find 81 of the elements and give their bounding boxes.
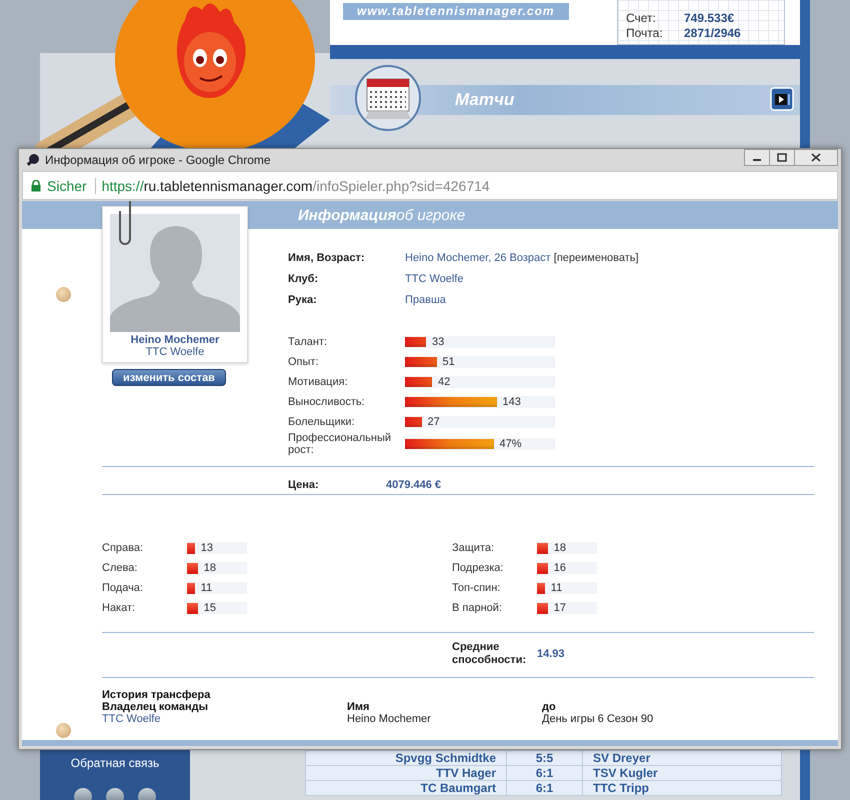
stat-value: 47% <box>500 437 522 451</box>
average-value: 14.93 <box>537 648 566 660</box>
detail-label: Клуб: <box>288 272 320 284</box>
bullet-icon <box>56 287 71 302</box>
page-heading: Информацияоб игроке <box>298 206 466 224</box>
detail-value: Heino Mochemer, 26 Возраст [переименовать] <box>405 252 640 264</box>
stat-value: 16 <box>554 561 566 575</box>
stat-label: Почта: <box>626 26 664 40</box>
site-url-banner: www.tabletennismanager.com <box>343 3 569 20</box>
maximize-button[interactable] <box>769 149 795 166</box>
stat-value: 27 <box>428 415 440 429</box>
skill-label: Справа: <box>102 542 144 554</box>
table-cell: 6:1 <box>506 780 582 796</box>
table-cell-text: День игры 6 Сезон 90 <box>542 713 654 725</box>
table-cell: TC Baumgart <box>306 780 506 796</box>
stat-label: Счет: <box>626 11 657 25</box>
table-cell-text: Heino Mochemer <box>347 713 432 725</box>
close-button[interactable] <box>794 149 838 166</box>
transfer-history-title: История трансфера <box>102 689 212 701</box>
attribute-label: Профессиональный рост: <box>288 432 392 456</box>
column-header: Имя <box>347 701 370 713</box>
price-value: 4079.446 € <box>386 478 442 490</box>
stat-value: 33 <box>432 335 444 349</box>
detail-label: Рука: <box>288 294 318 306</box>
attribute-label: Талант: <box>288 336 328 348</box>
calendar-icon <box>355 65 421 131</box>
skill-label: Слева: <box>102 562 138 574</box>
stat-value: 18 <box>204 561 216 575</box>
stat-value: 11 <box>550 581 562 595</box>
bullet-icon <box>56 723 71 738</box>
column-header: до <box>542 701 557 713</box>
detail-value: TTC Woelfe <box>405 272 464 284</box>
minimize-button[interactable] <box>744 149 770 166</box>
skill-label: В парной: <box>452 602 503 614</box>
change-lineup-button[interactable]: изменить состав <box>112 369 226 386</box>
stat-value: 11 <box>200 581 212 595</box>
maximize-icon <box>777 153 787 162</box>
stat-value: 18 <box>554 541 566 555</box>
window-title: Информация об игроке - Google Chrome <box>45 153 272 167</box>
detail-value: Правша <box>405 294 447 306</box>
stat-value: 2871/2946 <box>684 26 742 40</box>
attribute-label: Мотивация: <box>288 376 349 388</box>
section-title: Матчи <box>455 90 514 110</box>
close-icon <box>811 153 821 162</box>
stat-value: 143 <box>502 395 521 409</box>
table-cell: TTV Hager <box>306 766 506 780</box>
table-cell: SV Dreyer <box>582 750 782 766</box>
average-label: Средние способности: <box>452 641 528 667</box>
player-name: Heino Mochemer <box>130 334 220 346</box>
paperclip-icon <box>118 201 134 247</box>
skill-label: Защита: <box>452 542 496 554</box>
table-cell: TTC Tripp <box>582 780 782 796</box>
paddle-icon <box>26 153 40 167</box>
video-info-icon[interactable] <box>770 87 794 111</box>
skill-label: Топ-спин: <box>452 582 502 594</box>
stat-value: 15 <box>204 601 216 615</box>
skill-label: Подача: <box>102 582 144 594</box>
sidebar-link[interactable]: Обратная связь <box>70 756 160 770</box>
security-label: Sicher <box>47 178 96 194</box>
stat-value: 749.533€ <box>684 11 736 25</box>
table-cell: TSV Kugler <box>582 766 782 780</box>
stat-value: 42 <box>438 375 450 389</box>
detail-label: Имя, Возраст: <box>288 252 366 264</box>
skill-label: Накат: <box>102 602 136 614</box>
skill-label: Подрезка: <box>452 562 504 574</box>
table-cell: Spvgg Schmidtke <box>306 750 506 766</box>
attribute-label: Болельщики: <box>288 416 356 428</box>
table-cell: 6:1 <box>506 766 582 780</box>
attribute-label: Опыт: <box>288 356 320 368</box>
attribute-label: Выносливость: <box>288 396 366 408</box>
lock-icon <box>31 180 41 192</box>
stat-value: 51 <box>442 355 455 369</box>
price-label: Цена: <box>288 478 320 490</box>
stat-value: 17 <box>554 601 566 615</box>
column-header: Владелец команды <box>102 701 209 713</box>
stat-value: 13 <box>200 541 214 555</box>
url-text: https://ru.tabletennismanager.com/infoSpieler.php?sid=426714 <box>102 178 490 194</box>
table-cell: 5:5 <box>506 750 582 766</box>
address-bar[interactable]: Sicher https://ru.tabletennismanager.com/infoSpieler.php?sid=426714 <box>22 171 838 200</box>
player-club: TTC Woelfe <box>144 346 206 358</box>
table-cell-text: TTC Woelfe <box>102 713 162 725</box>
